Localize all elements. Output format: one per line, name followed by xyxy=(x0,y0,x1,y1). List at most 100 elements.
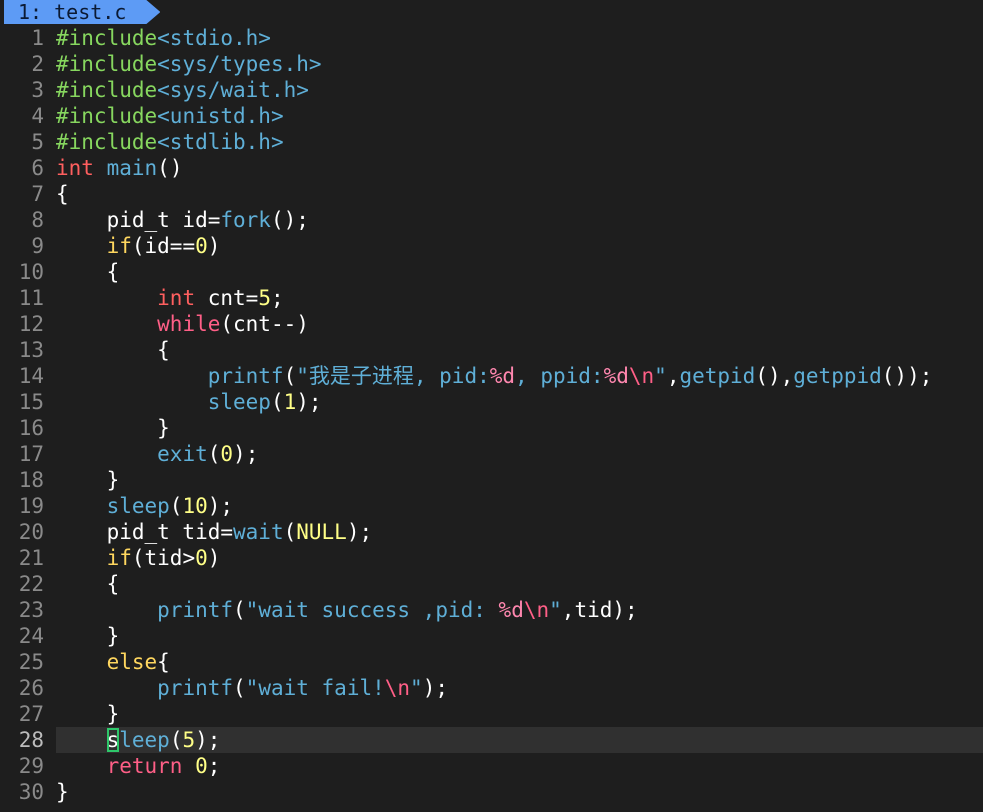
code-text[interactable]: printf("wait fail!\n"); xyxy=(56,675,983,701)
code-token: { xyxy=(56,338,170,362)
line-number: 7 xyxy=(31,182,44,206)
code-line[interactable]: 14 printf("我是子进程, pid:%d, ppid:%d\n",get… xyxy=(0,363,983,389)
code-token: } xyxy=(56,416,170,440)
code-line[interactable]: 17 exit(0); xyxy=(0,441,983,467)
code-token: sleep xyxy=(207,390,271,414)
line-number: 26 xyxy=(18,676,44,700)
code-line[interactable]: 4 #include<unistd.h> xyxy=(0,103,983,129)
code-line[interactable]: 15 sleep(1); xyxy=(0,389,983,415)
code-token: #include xyxy=(56,52,158,76)
code-text[interactable]: sleep(5); xyxy=(56,727,983,753)
code-token: ); xyxy=(422,676,448,700)
code-text[interactable]: { xyxy=(56,337,983,363)
code-token: 0 xyxy=(195,546,208,570)
code-line[interactable]: 25 else{ xyxy=(0,649,983,675)
code-token: } xyxy=(56,624,120,648)
code-line[interactable]: 1 #include<stdio.h> xyxy=(0,25,983,51)
line-number: 17 xyxy=(18,442,44,466)
code-token: ( xyxy=(233,598,246,622)
code-token: exit xyxy=(157,442,208,466)
code-text[interactable]: exit(0); xyxy=(56,441,983,467)
code-text[interactable]: { xyxy=(56,571,983,597)
code-token: ( xyxy=(169,494,183,518)
line-number: 28 xyxy=(18,728,44,752)
code-line[interactable]: 20 pid_t tid=wait(NULL); xyxy=(0,519,983,545)
code-text[interactable]: sleep(10); xyxy=(56,493,983,519)
code-line[interactable]: 9 if(id==0) xyxy=(0,233,983,259)
code-line[interactable]: 26 printf("wait fail!\n"); xyxy=(0,675,983,701)
code-line[interactable]: 10 { xyxy=(0,259,983,285)
code-line[interactable]: 16 } xyxy=(0,415,983,441)
code-text[interactable]: } xyxy=(56,779,983,805)
code-text[interactable]: #include<stdio.h> xyxy=(56,25,983,51)
code-text[interactable]: { xyxy=(56,181,983,207)
code-line[interactable]: 11 int cnt=5; xyxy=(0,285,983,311)
code-line[interactable]: 27 } xyxy=(0,701,983,727)
code-text[interactable]: if(id==0) xyxy=(56,233,983,259)
code-text[interactable]: pid_t id=fork(); xyxy=(56,207,983,233)
code-text[interactable]: printf("我是子进程, pid:%d, ppid:%d\n",getpid… xyxy=(56,363,983,389)
code-line[interactable]: 7{ xyxy=(0,181,983,207)
code-line[interactable]: 5 #include<stdlib.h> xyxy=(0,129,983,155)
code-token: int xyxy=(56,156,94,180)
code-token: printf xyxy=(157,676,234,700)
code-text[interactable]: { xyxy=(56,259,983,285)
line-number: 11 xyxy=(18,286,44,310)
code-token: ,tid); xyxy=(561,598,638,622)
code-text[interactable]: int main() xyxy=(56,155,983,181)
code-text[interactable]: if(tid>0) xyxy=(56,545,983,571)
code-line[interactable]: 24 } xyxy=(0,623,983,649)
code-text[interactable]: else{ xyxy=(56,649,983,675)
code-text[interactable]: #include<unistd.h> xyxy=(56,103,983,129)
code-token: ; xyxy=(207,754,221,778)
line-number: 14 xyxy=(18,364,44,388)
code-text[interactable]: #include<sys/wait.h> xyxy=(56,77,983,103)
line-number: 18 xyxy=(18,468,44,492)
code-text[interactable]: } xyxy=(56,623,983,649)
code-line[interactable]: 21 if(tid>0) xyxy=(0,545,983,571)
code-text[interactable]: while(cnt--) xyxy=(56,311,983,337)
code-line[interactable]: 3 #include<sys/wait.h> xyxy=(0,77,983,103)
code-line[interactable]: 18 } xyxy=(0,467,983,493)
code-text[interactable]: } xyxy=(56,467,983,493)
code-line[interactable]: 22 { xyxy=(0,571,983,597)
code-text[interactable]: return 0; xyxy=(56,753,983,779)
code-line[interactable]: 23 printf("wait success ,pid: %d\n",tid)… xyxy=(0,597,983,623)
code-token: ( xyxy=(233,676,246,700)
code-line[interactable]: 13 { xyxy=(0,337,983,363)
code-token: getpid xyxy=(679,364,756,388)
code-token: \n xyxy=(628,364,655,388)
code-line[interactable]: 29 return 0; xyxy=(0,753,983,779)
code-token: ); xyxy=(233,442,259,466)
code-line[interactable]: 28 sleep(5); xyxy=(0,727,983,753)
code-text[interactable]: printf("wait success ,pid: %d\n",tid); xyxy=(56,597,983,623)
code-token: } xyxy=(56,702,120,726)
code-line[interactable]: 2 #include<sys/types.h> xyxy=(0,51,983,77)
code-text[interactable]: } xyxy=(56,415,983,441)
code-token: #include xyxy=(56,130,158,154)
code-text[interactable]: pid_t tid=wait(NULL); xyxy=(56,519,983,545)
code-token: , ppid: xyxy=(515,364,604,388)
code-line[interactable]: 6 int main() xyxy=(0,155,983,181)
code-token: ; xyxy=(270,286,284,310)
line-number: 12 xyxy=(18,312,44,336)
code-line[interactable]: 8 pid_t id=fork(); xyxy=(0,207,983,233)
code-text[interactable]: int cnt=5; xyxy=(56,285,983,311)
code-token: { xyxy=(56,182,69,206)
code-text[interactable]: #include<stdlib.h> xyxy=(56,129,983,155)
code-text[interactable]: } xyxy=(56,701,983,727)
code-line[interactable]: 30} xyxy=(0,779,983,805)
line-number: 1 xyxy=(31,26,44,50)
code-editor[interactable]: 1 #include<stdio.h> 2 #include<sys/types.h>… xyxy=(0,25,983,805)
line-number: 2 xyxy=(31,52,44,76)
tab-test-c[interactable]: 1: test.c xyxy=(4,0,160,24)
code-line[interactable]: 12 while(cnt--) xyxy=(0,311,983,337)
code-text[interactable]: #include<sys/types.h> xyxy=(56,51,983,77)
code-line[interactable]: 19 sleep(10); xyxy=(0,493,983,519)
code-text[interactable]: sleep(1); xyxy=(56,389,983,415)
